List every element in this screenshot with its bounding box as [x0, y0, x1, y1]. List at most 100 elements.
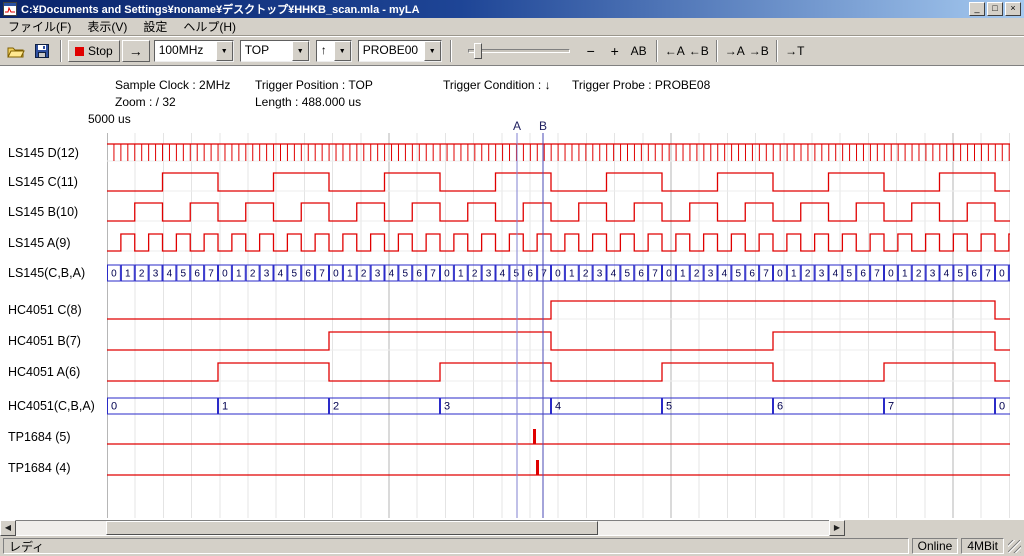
trigger-edge-select[interactable]: ↑ ▼ [316, 40, 352, 62]
ab-cursor-button[interactable]: AB [628, 39, 650, 63]
scroll-area: ◀ ▶ [0, 520, 1024, 536]
zoom-slider-track [468, 49, 570, 53]
svg-text:0: 0 [333, 269, 339, 280]
svg-text:2: 2 [805, 269, 811, 280]
svg-text:4: 4 [555, 401, 561, 413]
chevron-down-icon[interactable]: ▼ [216, 41, 233, 61]
channel-label[interactable]: TP1684 (4) [8, 461, 71, 475]
svg-text:5: 5 [292, 269, 298, 280]
svg-text:4: 4 [167, 269, 173, 280]
channel-label[interactable]: LS145 A(9) [8, 236, 71, 250]
scroll-track[interactable] [16, 520, 829, 536]
close-button[interactable]: × [1005, 2, 1021, 16]
trigger-condition-info: Trigger Condition : ↓ [443, 78, 551, 92]
svg-text:1: 1 [347, 269, 353, 280]
save-button[interactable] [30, 39, 54, 63]
run-arrow-icon: → [129, 43, 143, 59]
svg-text:0: 0 [777, 269, 783, 280]
chevron-down-icon[interactable]: ▼ [292, 41, 309, 61]
svg-text:7: 7 [985, 269, 991, 280]
svg-text:0: 0 [999, 401, 1005, 413]
menu-settings[interactable]: 設定 [135, 17, 175, 36]
zoom-slider[interactable] [462, 39, 574, 63]
svg-text:6: 6 [194, 269, 200, 280]
svg-text:3: 3 [819, 269, 825, 280]
toolbar-separator [776, 40, 778, 62]
zoom-info: Zoom : / 32 [115, 95, 176, 109]
scroll-left-icon[interactable]: ◀ [0, 520, 16, 536]
open-button[interactable] [4, 39, 28, 63]
trigger-position-select[interactable]: TOP ▼ [240, 40, 310, 62]
menu-bar: ファイル(F) 表示(V) 設定 ヘルプ(H) [0, 18, 1024, 36]
scroll-right-icon[interactable]: ▶ [829, 520, 845, 536]
svg-text:6: 6 [416, 269, 422, 280]
horizontal-scrollbar[interactable]: ◀ ▶ [0, 520, 845, 536]
toolbar-separator [656, 40, 658, 62]
goto-cursor-b-fwd-button[interactable]: →B [748, 39, 770, 63]
channel-label[interactable]: HC4051(C,B,A) [8, 399, 95, 413]
svg-text:4: 4 [833, 269, 839, 280]
svg-text:3: 3 [708, 269, 714, 280]
channel-label[interactable]: LS145 D(12) [8, 146, 79, 160]
sample-clock-info: Sample Clock : 2MHz [115, 78, 230, 92]
svg-text:3: 3 [153, 269, 159, 280]
menu-view[interactable]: 表示(V) [79, 17, 135, 36]
waveform-plot[interactable]: 0123456701234567012345670123456701234567… [107, 133, 1010, 518]
svg-text:2: 2 [916, 269, 922, 280]
cursor-label-b[interactable]: B [538, 119, 548, 133]
zoom-out-button[interactable]: − [580, 39, 602, 63]
svg-text:2: 2 [694, 269, 700, 280]
menu-file[interactable]: ファイル(F) [0, 17, 79, 36]
zoom-in-button[interactable]: + [604, 39, 626, 63]
window-title: C:¥Documents and Settings¥noname¥デスクトップ¥… [21, 1, 967, 17]
scroll-thumb[interactable] [106, 521, 598, 535]
stop-button[interactable]: Stop [68, 40, 120, 62]
svg-text:6: 6 [971, 269, 977, 280]
stop-icon [75, 47, 84, 56]
goto-cursor-b-back-button[interactable]: ←B [688, 39, 710, 63]
channel-label[interactable]: HC4051 A(6) [8, 365, 80, 379]
chevron-down-icon[interactable]: ▼ [334, 41, 351, 61]
svg-text:4: 4 [944, 269, 950, 280]
svg-text:4: 4 [389, 269, 395, 280]
toolbar-separator [716, 40, 718, 62]
cursor-label-a[interactable]: A [512, 119, 522, 133]
svg-text:6: 6 [638, 269, 644, 280]
svg-text:1: 1 [125, 269, 131, 280]
goto-trigger-button[interactable]: →T [784, 39, 806, 63]
trigger-probe-info: Trigger Probe : PROBE08 [572, 78, 710, 92]
goto-cursor-a-fwd-button[interactable]: →A [724, 39, 746, 63]
svg-text:1: 1 [569, 269, 575, 280]
svg-text:0: 0 [555, 269, 561, 280]
resize-grip[interactable] [1008, 540, 1021, 553]
minimize-button[interactable]: _ [969, 2, 985, 16]
trigger-position-info: Trigger Position : TOP [255, 78, 373, 92]
svg-text:2: 2 [583, 269, 589, 280]
sample-clock-select[interactable]: 100MHz ▼ [154, 40, 234, 62]
svg-text:2: 2 [250, 269, 256, 280]
channel-label[interactable]: LS145 B(10) [8, 205, 78, 219]
svg-text:6: 6 [860, 269, 866, 280]
channel-label[interactable]: HC4051 B(7) [8, 334, 81, 348]
floppy-icon [35, 44, 49, 58]
channel-label[interactable]: HC4051 C(8) [8, 303, 82, 317]
toolbar: Stop → 100MHz ▼ TOP ▼ ↑ ▼ PROBE00 ▼ − + … [0, 36, 1024, 66]
channel-label[interactable]: TP1684 (5) [8, 430, 71, 444]
maximize-button[interactable]: □ [987, 2, 1003, 16]
svg-text:2: 2 [472, 269, 478, 280]
status-ready: レディ [3, 538, 909, 554]
chevron-down-icon[interactable]: ▼ [424, 41, 441, 61]
trigger-probe-select[interactable]: PROBE00 ▼ [358, 40, 442, 62]
channel-label[interactable]: LS145(C,B,A) [8, 266, 85, 280]
run-button[interactable]: → [122, 40, 150, 62]
svg-text:6: 6 [749, 269, 755, 280]
svg-text:4: 4 [611, 269, 617, 280]
channel-label[interactable]: LS145 C(11) [8, 175, 78, 189]
svg-text:7: 7 [763, 269, 769, 280]
toolbar-separator [60, 40, 62, 62]
zoom-slider-thumb[interactable] [474, 43, 482, 59]
menu-help[interactable]: ヘルプ(H) [175, 17, 244, 36]
goto-cursor-a-back-button[interactable]: ←A [664, 39, 686, 63]
svg-text:6: 6 [527, 269, 533, 280]
svg-text:3: 3 [486, 269, 492, 280]
